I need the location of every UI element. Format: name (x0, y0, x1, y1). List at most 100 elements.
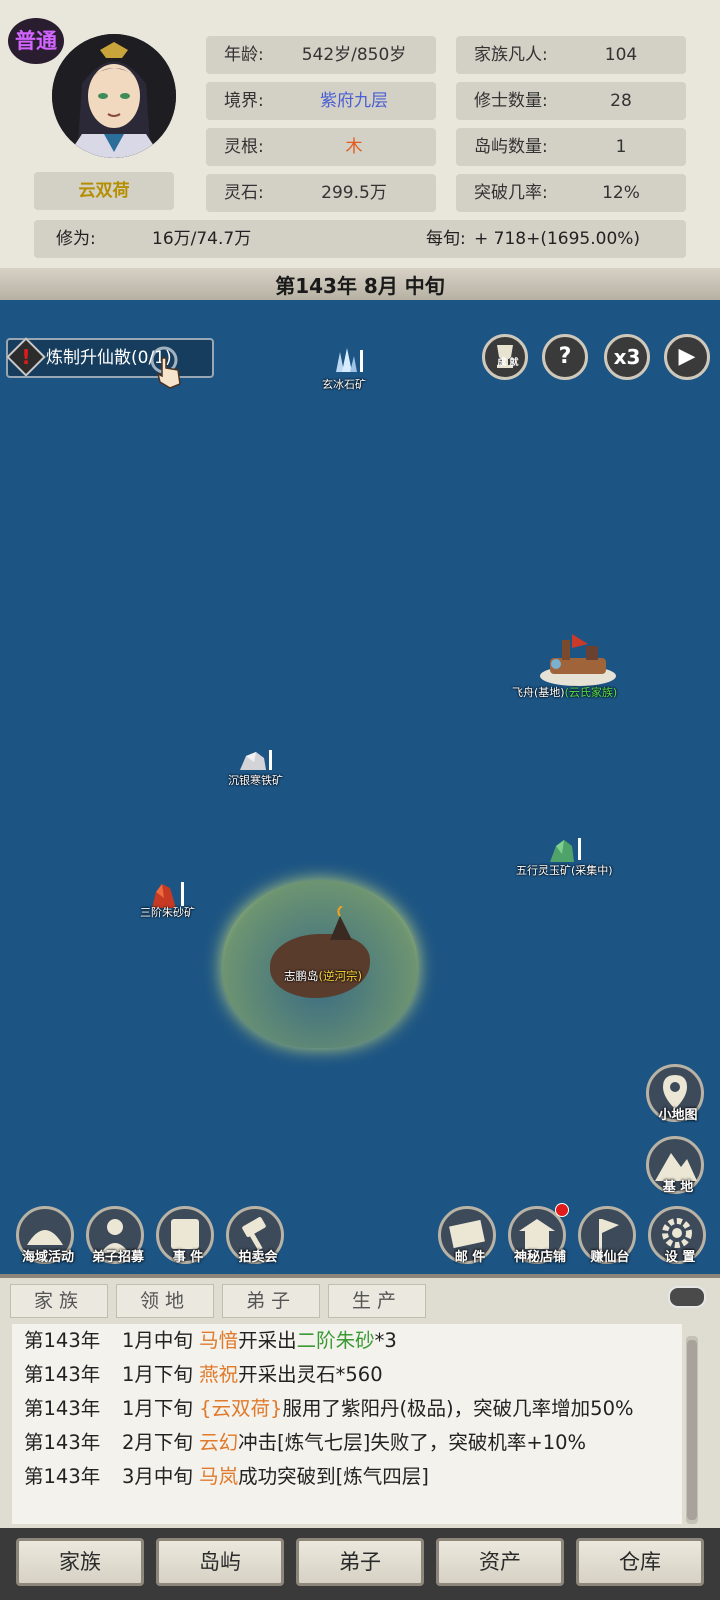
log-entry: 第143年 1月中旬 马愔开采出二阶朱砂*3 (12, 1324, 682, 1358)
stat-label: 岛屿数量: (474, 137, 548, 157)
log-scrollbar[interactable] (686, 1336, 698, 1524)
jade-ore-icon[interactable] (548, 836, 584, 864)
stat-realm: 境界: 紫府九层 (206, 82, 436, 120)
alert-icon: ! (6, 337, 46, 377)
stat-value: 木 (345, 137, 363, 157)
auction-label: 拍卖会 (238, 1250, 278, 1265)
mystery-shop-button[interactable]: 神秘店铺 (508, 1203, 569, 1265)
stat-cultivators: 修士数量: 28 (456, 82, 686, 120)
stat-label: 家族凡人: (474, 45, 548, 65)
log-person: 马愔 (199, 1329, 239, 1352)
scroll-toggle-icon[interactable] (668, 1286, 706, 1308)
stat-spirit-root: 灵根: 木 (206, 128, 436, 166)
immortal-stage-button[interactable]: 赚仙台 (578, 1206, 636, 1265)
cultivation-value: 16万/74.7万 (152, 229, 252, 249)
minimap-label: 小地图 (658, 1108, 698, 1123)
log-period: 1月下旬 (122, 1363, 193, 1386)
log-tab-family[interactable]: 家族 (10, 1284, 108, 1318)
settings-label: 设 置 (664, 1250, 696, 1265)
airship-name: 飞舟(基地) (512, 686, 565, 699)
stat-value: 104 (604, 45, 638, 65)
cultivation-label: 修为: (56, 229, 96, 249)
auction-button[interactable]: 拍卖会 (226, 1206, 284, 1265)
cultivation-row: 修为: 16万/74.7万 每旬: + 718+(1695.00%) (34, 220, 686, 258)
character-portrait[interactable] (52, 34, 176, 158)
stat-mortals: 家族凡人: 104 (456, 36, 686, 74)
mail-label: 邮 件 (454, 1250, 486, 1265)
log-text: 冲击[炼气七层]失败了，突破机率+10% (238, 1431, 587, 1454)
log-tab-production[interactable]: 生产 (328, 1284, 426, 1318)
log-tab-disciples[interactable]: 弟子 (222, 1284, 320, 1318)
log-tab-territory[interactable]: 领地 (116, 1284, 214, 1318)
map-label-jade-mine[interactable]: 五行灵玉矿(采集中) (516, 862, 613, 878)
stat-value: 12% (602, 183, 640, 203)
help-button[interactable]: ? (542, 334, 588, 380)
per-period-label: 每旬: (426, 229, 466, 249)
events-button[interactable]: 事 件 (156, 1206, 214, 1265)
log-entry: 第143年 1月下旬 燕祝开采出灵石*560 (12, 1358, 682, 1392)
mail-button[interactable]: 邮 件 (438, 1206, 496, 1265)
notification-dot (555, 1203, 569, 1217)
nav-disciples[interactable]: 弟子 (296, 1538, 424, 1586)
per-period-value: + 718+(1695.00%) (474, 229, 641, 249)
airship-clan: (云氏家族) (564, 686, 618, 699)
stat-label: 修士数量: (474, 91, 548, 111)
stat-islands: 岛屿数量: 1 (456, 128, 686, 166)
log-panel: 家族 领地 弟子 生产 第143年 1月中旬 马愔开采出二阶朱砂*3 第143年… (0, 1274, 720, 1528)
map-label-silver-mine[interactable]: 沉银寒铁矿 (228, 772, 283, 788)
log-text: 服用了紫阳丹(极品)，突破几率增加50% (282, 1397, 634, 1420)
help-icon: ? (558, 344, 572, 369)
base-label: 基 地 (662, 1180, 694, 1195)
log-entry: 第143年 1月下旬 {云双荷}服用了紫阳丹(极品)，突破几率增加50% (12, 1392, 682, 1426)
nav-warehouse[interactable]: 仓库 (576, 1538, 704, 1586)
silver-ore-icon[interactable] (238, 748, 274, 772)
airship-icon[interactable] (534, 628, 620, 688)
island-sect: (逆河宗) (318, 969, 362, 983)
stat-label: 灵石: (224, 183, 264, 203)
island-name: 志鹏岛 (284, 969, 319, 983)
sea-activity-button[interactable]: 海域活动 (16, 1206, 74, 1265)
log-text: 成功突破到[炼气四层] (238, 1465, 429, 1488)
play-button[interactable]: ▶ (664, 334, 710, 380)
map-label-airship[interactable]: 飞舟(基地)(云氏家族) (512, 684, 617, 700)
base-button[interactable]: 基 地 (646, 1136, 704, 1195)
log-period: 2月下旬 (122, 1431, 193, 1454)
log-period: 3月中旬 (122, 1465, 193, 1488)
portrait-art-icon (52, 34, 176, 158)
speed-label: x3 (613, 345, 641, 369)
log-text: 开采出灵石*560 (238, 1363, 383, 1386)
stat-breakthrough: 突破几率: 12% (456, 174, 686, 212)
log-person: 燕祝 (199, 1363, 239, 1386)
quest-tracker[interactable]: ! 炼制升仙散(0/1) (6, 337, 214, 389)
stat-value: 542岁/850岁 (301, 45, 407, 65)
recruit-disciple-label: 弟子招募 (91, 1250, 144, 1265)
achievement-button[interactable]: 成 就 (482, 334, 528, 380)
log-person: {云双荷} (199, 1397, 283, 1420)
game-date: 第143年 8月 中旬 (275, 274, 445, 298)
recruit-disciple-button[interactable]: 弟子招募 (86, 1206, 144, 1265)
settings-button[interactable]: 设 置 (648, 1206, 706, 1265)
map-label-home-island[interactable]: 志鹏岛(逆河宗) (284, 968, 362, 984)
log-year: 第143年 (24, 1329, 101, 1352)
minimap-button[interactable]: 小地图 (646, 1064, 704, 1123)
stat-label: 境界: (224, 91, 264, 111)
map-label-cinnabar-mine[interactable]: 三阶朱砂矿 (140, 904, 195, 920)
sea-activity-label: 海域活动 (21, 1250, 74, 1265)
event-log-list[interactable]: 第143年 1月中旬 马愔开采出二阶朱砂*3 第143年 1月下旬 燕祝开采出灵… (12, 1324, 682, 1524)
speed-button[interactable]: x3 (604, 334, 650, 380)
ice-crystal-icon[interactable] (330, 346, 364, 374)
stat-age: 年龄: 542岁/850岁 (206, 36, 436, 74)
map-label-ice-mine[interactable]: 玄冰石矿 (322, 376, 366, 392)
achievement-label: 成 就 (497, 358, 519, 368)
volcano-icon (330, 906, 352, 940)
stat-value: 299.5万 (321, 183, 387, 203)
nav-assets[interactable]: 资产 (436, 1538, 564, 1586)
play-icon: ▶ (678, 344, 696, 369)
nav-islands[interactable]: 岛屿 (156, 1538, 284, 1586)
stat-label: 灵根: (224, 137, 264, 157)
log-item: 二阶朱砂 (296, 1329, 375, 1352)
character-name: 云双荷 (34, 172, 174, 210)
nav-family[interactable]: 家族 (16, 1538, 144, 1586)
stat-value: 紫府九层 (320, 91, 388, 111)
log-text: *3 (374, 1329, 397, 1352)
